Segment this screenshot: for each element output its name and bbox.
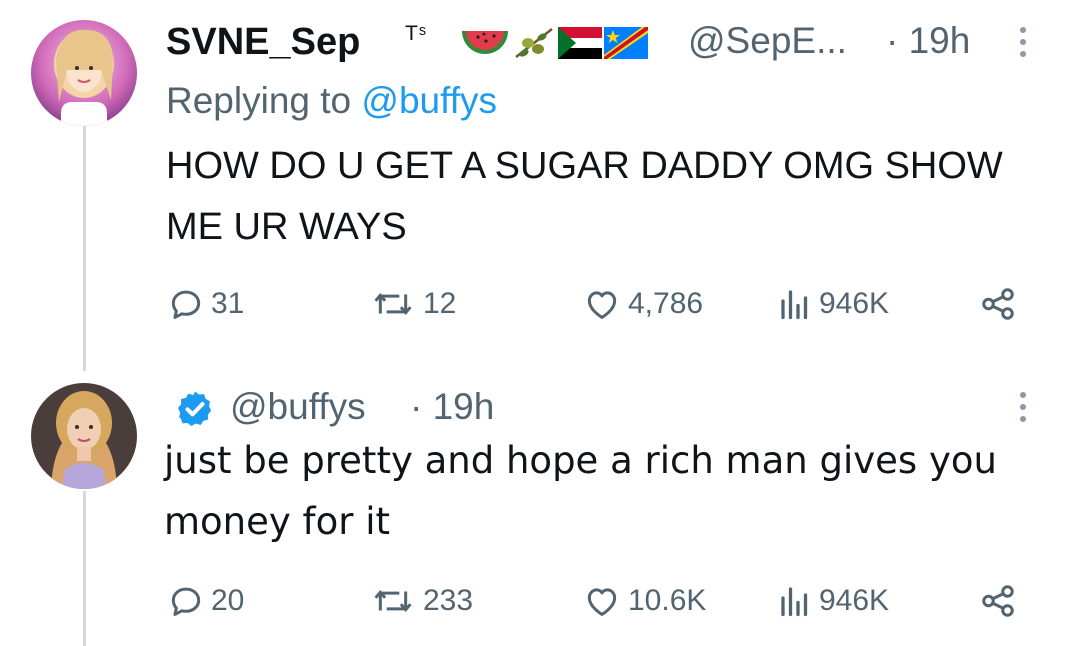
reply-count: 20 <box>211 584 245 617</box>
repost-icon <box>369 582 417 620</box>
tweet-actions: 20 233 10.6K 946K <box>167 582 1027 622</box>
like-button[interactable]: 4,786 <box>582 285 703 323</box>
avatar[interactable] <box>31 20 137 126</box>
views-count: 946K <box>819 287 890 320</box>
like-count: 4,786 <box>628 287 704 320</box>
views-icon <box>777 285 813 323</box>
like-icon <box>582 285 622 323</box>
thread-connector <box>83 491 86 646</box>
watermelon-icon <box>460 25 510 66</box>
views-button[interactable]: 946K <box>777 582 889 620</box>
replying-to: Replying to @buffys <box>166 80 497 122</box>
tweet-text: HOW DO U GET A SUGAR DADDY OMG SHOW ME U… <box>166 145 1003 248</box>
replying-to-mention[interactable]: @buffys <box>361 80 497 121</box>
like-icon <box>582 582 622 620</box>
replying-to-label: Replying to <box>166 80 352 121</box>
repost-button[interactable]: 233 <box>369 582 473 620</box>
thread-connector <box>83 126 86 371</box>
author-handle[interactable]: @buffys <box>230 386 366 428</box>
author-badge-text: Tˢ <box>405 22 427 45</box>
more-icon[interactable] <box>1018 392 1028 422</box>
verified-icon[interactable] <box>175 389 215 434</box>
tweet-text: just be pretty and hope a rich man gives… <box>164 439 997 543</box>
repost-count: 12 <box>423 287 457 320</box>
reply-count: 31 <box>211 287 245 320</box>
tweet-actions: 31 12 4,786 946K <box>167 285 1027 325</box>
like-count: 10.6K <box>628 584 707 617</box>
reply-icon <box>167 582 205 620</box>
sudan-flag-icon <box>558 27 602 64</box>
drc-flag-icon <box>604 27 648 64</box>
views-count: 946K <box>819 584 890 617</box>
avatar[interactable] <box>31 383 137 489</box>
repost-button[interactable]: 12 <box>369 285 456 323</box>
more-icon[interactable] <box>1018 27 1028 57</box>
like-button[interactable]: 10.6K <box>582 582 706 620</box>
olive-branch-icon <box>512 25 556 66</box>
share-button[interactable] <box>977 582 1019 620</box>
author-emoji-row <box>460 25 648 66</box>
share-icon <box>977 285 1019 323</box>
tweet-time[interactable]: · 19h <box>410 386 494 428</box>
views-icon <box>777 582 813 620</box>
reply-button[interactable]: 20 <box>167 582 244 620</box>
author-name[interactable]: SVNE_Sep <box>166 21 360 64</box>
repost-count: 233 <box>423 584 474 617</box>
share-icon <box>977 582 1019 620</box>
reply-icon <box>167 285 205 323</box>
share-button[interactable] <box>977 285 1019 323</box>
author-handle[interactable]: @SepE... <box>688 20 847 62</box>
reply-button[interactable]: 31 <box>167 285 244 323</box>
tweet-time[interactable]: · 19h <box>886 20 970 62</box>
views-button[interactable]: 946K <box>777 285 889 323</box>
repost-icon <box>369 285 417 323</box>
